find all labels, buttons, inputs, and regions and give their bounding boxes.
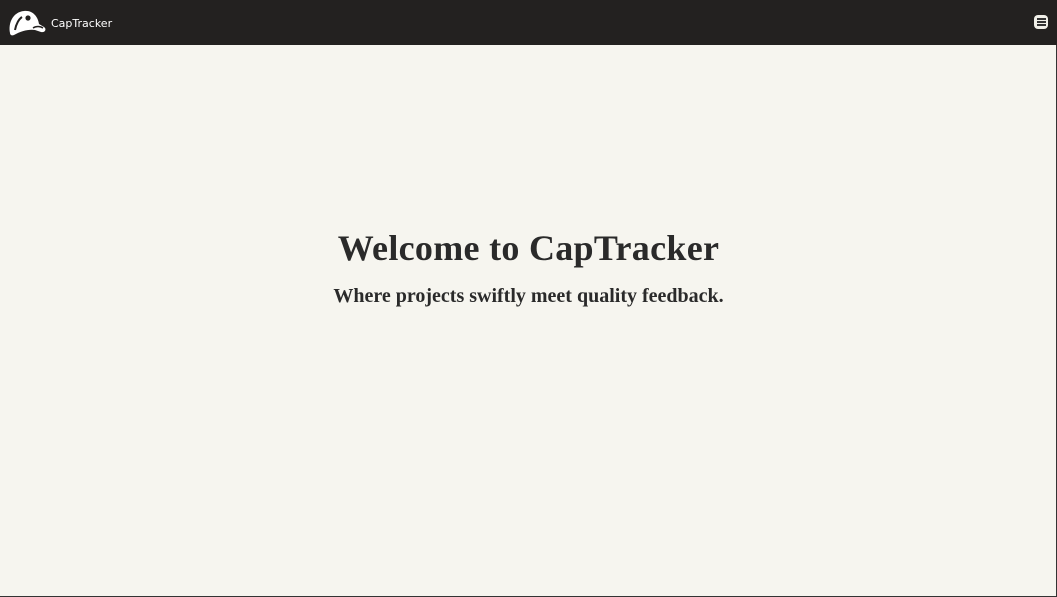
brand-name: CapTracker	[51, 16, 113, 30]
hero: Welcome to CapTracker Where projects swi…	[0, 227, 1057, 308]
page-title: Welcome to CapTracker	[337, 228, 720, 268]
brand-link[interactable]: CapTracker	[7, 9, 112, 37]
cap-icon	[9, 10, 46, 36]
navbar: CapTracker	[0, 0, 1057, 45]
page-subtitle: Where projects swiftly meet quality feed…	[333, 285, 724, 307]
hamburger-menu-icon[interactable]	[1034, 15, 1048, 29]
